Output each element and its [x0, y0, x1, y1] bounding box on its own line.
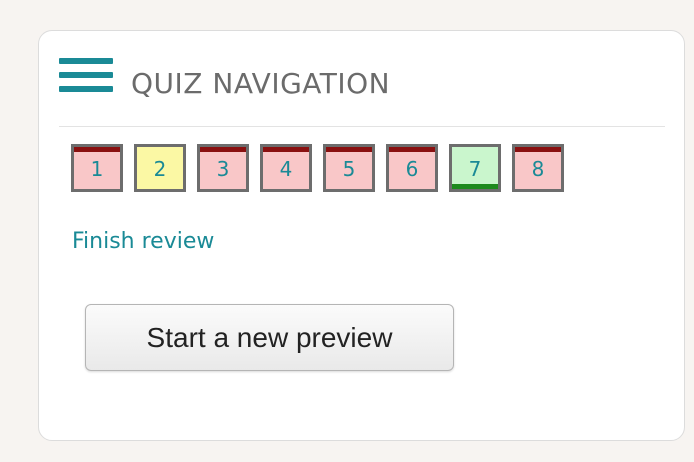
- finish-review-link[interactable]: Finish review: [72, 229, 214, 254]
- quiz-navigation-block: QUIZ NAVIGATION 1 2 3 4 5 6 7 8 Finish r…: [38, 30, 685, 441]
- question-button-3[interactable]: 3: [197, 144, 249, 192]
- hamburger-bar-top: [59, 58, 113, 64]
- hamburger-icon[interactable]: [59, 57, 113, 99]
- status-bar: [452, 184, 498, 189]
- question-number: 2: [153, 157, 167, 181]
- question-button-1[interactable]: 1: [71, 144, 123, 192]
- question-number: 5: [342, 157, 356, 181]
- status-bar: [515, 147, 561, 152]
- status-bar: [200, 147, 246, 152]
- question-button-6[interactable]: 6: [386, 144, 438, 192]
- hamburger-bar-bottom: [59, 86, 113, 92]
- question-number: 4: [279, 157, 293, 181]
- question-number: 6: [405, 157, 419, 181]
- question-button-2[interactable]: 2: [134, 144, 186, 192]
- hamburger-bar-middle: [59, 72, 113, 78]
- question-buttons: 1 2 3 4 5 6 7 8: [71, 144, 564, 192]
- status-bar: [389, 147, 435, 152]
- question-button-8[interactable]: 8: [512, 144, 564, 192]
- status-bar: [263, 147, 309, 152]
- question-number: 7: [468, 157, 482, 181]
- question-number: 3: [216, 157, 230, 181]
- question-button-4[interactable]: 4: [260, 144, 312, 192]
- question-number: 1: [90, 157, 104, 181]
- block-title: QUIZ NAVIGATION: [131, 67, 391, 100]
- question-button-7[interactable]: 7: [449, 144, 501, 192]
- question-number: 8: [531, 157, 545, 181]
- question-button-5[interactable]: 5: [323, 144, 375, 192]
- status-bar: [74, 147, 120, 152]
- block-header: QUIZ NAVIGATION: [59, 57, 665, 127]
- start-new-preview-button[interactable]: Start a new preview: [85, 304, 454, 371]
- status-bar: [326, 147, 372, 152]
